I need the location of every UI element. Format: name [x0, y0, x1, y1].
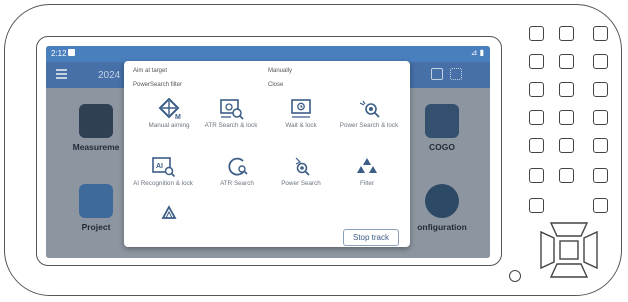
- option-label: Wait & lock: [285, 122, 317, 129]
- aim-target-heading: Aim at target: [133, 68, 168, 74]
- option-label: Power Search: [281, 180, 321, 187]
- option-power-search[interactable]: Power Search: [270, 152, 332, 204]
- hardware-key[interactable]: [529, 138, 544, 153]
- prism-icon: [161, 205, 177, 219]
- hardware-key[interactable]: [559, 82, 574, 97]
- measurement-icon: [79, 104, 113, 138]
- option-label: ATR Search: [220, 180, 254, 187]
- hardware-key[interactable]: [593, 26, 608, 41]
- project-folder-icon: [79, 184, 113, 218]
- stop-track-button[interactable]: Stop track: [343, 229, 399, 246]
- hardware-key[interactable]: [529, 110, 544, 125]
- hardware-key[interactable]: [559, 168, 574, 183]
- notification-icon: [68, 49, 75, 56]
- tile-measurement[interactable]: Measureme: [64, 104, 128, 152]
- option-atr-search[interactable]: ATR Search: [206, 152, 268, 204]
- power-button[interactable]: [509, 270, 521, 282]
- hardware-key[interactable]: [529, 168, 544, 183]
- option-manual-aiming[interactable]: M Manual aiming: [138, 94, 200, 146]
- ai-recognition-icon: AI: [152, 157, 176, 178]
- aim-target-popup: Aim at target PowerSearch filter Manuall…: [124, 61, 410, 247]
- hardware-key[interactable]: [593, 168, 608, 183]
- dpad-down-key: [549, 263, 589, 278]
- tile-measurement-label: Measureme: [72, 142, 120, 152]
- close-option[interactable]: Close: [268, 82, 283, 88]
- option-label: Manual aiming: [148, 122, 190, 129]
- svg-text:AI: AI: [156, 163, 163, 170]
- option-power-search-lock[interactable]: Power Search & lock: [338, 94, 400, 146]
- option-wait-lock[interactable]: Wait & lock: [270, 94, 332, 146]
- wait-lock-icon: [291, 99, 311, 118]
- hardware-key[interactable]: [529, 82, 544, 97]
- option-label: Power Search & lock: [339, 122, 399, 129]
- option-label: Filter: [360, 180, 374, 187]
- power-search-lock-icon: [359, 100, 380, 118]
- powersearch-filter-heading: PowerSearch filter: [133, 82, 183, 88]
- dpad-up-key: [549, 222, 589, 237]
- atr-search-lock-icon: [220, 99, 244, 120]
- tile-configuration[interactable]: onfiguration: [410, 184, 474, 232]
- hardware-key[interactable]: [529, 198, 544, 213]
- hardware-key[interactable]: [593, 138, 608, 153]
- tile-project[interactable]: Project: [64, 184, 128, 232]
- more-icon[interactable]: [450, 68, 462, 80]
- cogo-icon: [425, 104, 459, 138]
- atr-search-icon: [228, 157, 248, 176]
- option-prism[interactable]: [138, 201, 200, 225]
- hardware-key[interactable]: [593, 82, 608, 97]
- project-year: 2024: [98, 70, 121, 81]
- manually-option[interactable]: Manually: [268, 68, 292, 74]
- dpad-navigation[interactable]: [539, 221, 599, 279]
- option-filter[interactable]: Filter: [336, 152, 398, 204]
- physical-keypad: [529, 26, 613, 218]
- tile-cogo[interactable]: COGO: [410, 104, 474, 152]
- option-label: ATR Search & lock: [204, 122, 258, 129]
- option-ai-recognition-lock[interactable]: AI AI Recognition & lock: [132, 152, 194, 204]
- hardware-key[interactable]: [559, 138, 574, 153]
- tile-cogo-label: COGO: [429, 142, 455, 152]
- hardware-key[interactable]: [529, 26, 544, 41]
- hardware-key[interactable]: [559, 110, 574, 125]
- configuration-gear-icon: [425, 184, 459, 218]
- power-search-icon: [295, 157, 310, 176]
- tile-project-label: Project: [81, 222, 111, 232]
- hardware-key[interactable]: [559, 26, 574, 41]
- signal-battery-icon: ⊿ ▮: [470, 48, 484, 57]
- menu-icon[interactable]: [56, 69, 67, 79]
- hardware-key[interactable]: [529, 54, 544, 69]
- hardware-key[interactable]: [593, 198, 608, 213]
- status-time: 2:12: [51, 49, 67, 58]
- manual-aiming-icon: M: [158, 98, 181, 120]
- map-icon[interactable]: [431, 68, 443, 80]
- hardware-key[interactable]: [593, 54, 608, 69]
- option-atr-search-lock[interactable]: ATR Search & lock: [200, 94, 262, 146]
- status-bar: 2:12 ⊿ ▮: [46, 46, 490, 62]
- hardware-key[interactable]: [559, 54, 574, 69]
- option-label: AI Recognition & lock: [133, 180, 193, 187]
- svg-text:M: M: [175, 114, 181, 120]
- tile-configuration-label: onfiguration: [417, 222, 467, 232]
- dpad-right-key: [583, 230, 598, 270]
- filter-icon: [357, 158, 377, 173]
- dpad-center-key: [559, 240, 579, 260]
- hardware-key[interactable]: [593, 110, 608, 125]
- dpad-left-key: [540, 230, 555, 270]
